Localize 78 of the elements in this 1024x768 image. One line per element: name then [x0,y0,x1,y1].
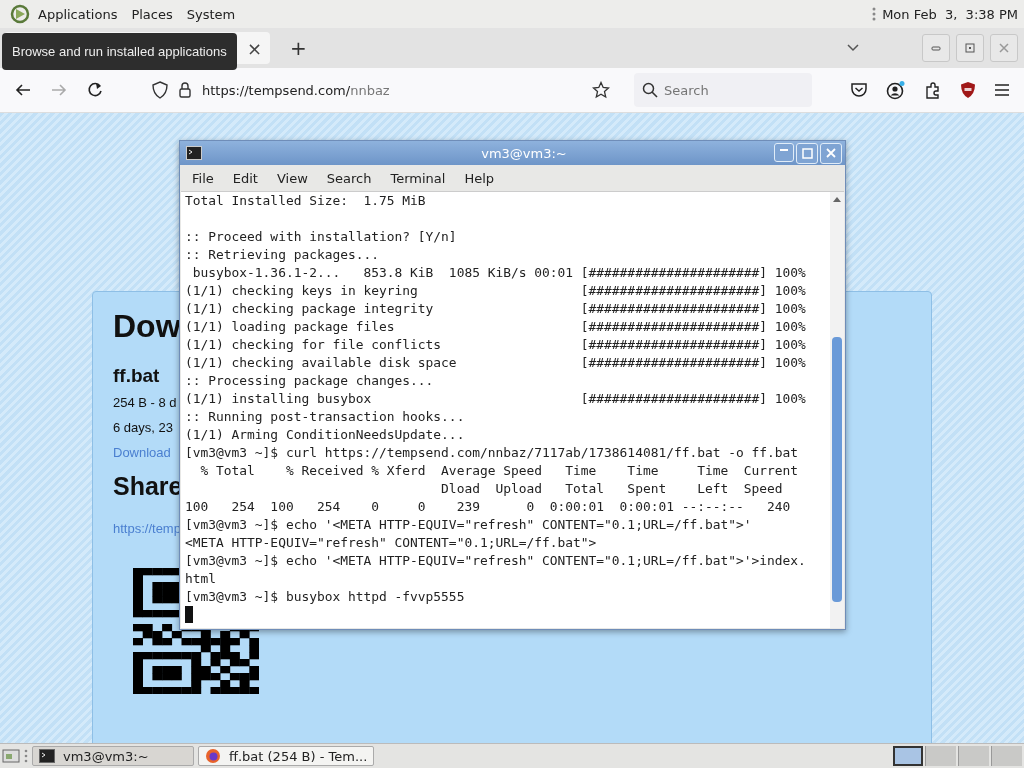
terminal-line: (1/1) loading package files [######################] 100% [185,318,807,336]
close-icon [999,43,1009,53]
clock[interactable]: Mon Feb 3, 3:38 PM [882,6,1018,22]
file-size-text: 254 B - 8 d [113,395,177,410]
terminal-line: <META HTTP-EQUIV="refresh" CONTENT="0.1;URL=/ff.bat"> [185,534,598,552]
terminal-line: [vm3@vm3 ~]$ busybox httpd -fvvp5555 [185,588,466,606]
search-field[interactable]: Search [634,73,812,107]
window-title: vm3@vm3:~ [480,145,568,161]
terminal-line: :: Proceed with installation? [Y/n] [185,228,458,246]
shield-icon [152,81,168,99]
text-cursor [185,606,193,623]
reload-icon[interactable] [86,81,104,99]
menu-icon[interactable] [994,83,1010,97]
terminal-line: :: Retrieving packages... [185,246,381,264]
shield-badge-icon[interactable] [960,81,976,99]
terminal-line: (1/1) checking keys in keyring [######################] 100% [185,282,807,300]
terminal-line: [vm3@vm3 ~]$ echo '<META HTTP-EQUIV="refresh" CONTENT="0.1;URL=/ff.bat">'>index. [185,552,807,570]
minimize-button[interactable] [922,34,950,62]
scrollbar[interactable] [830,192,844,628]
lock-icon [178,81,192,99]
menu-item[interactable]: Search [318,170,380,186]
menu-item[interactable]: File [184,170,222,186]
terminal-line: (1/1) installing busybox [######################] 100% [185,390,807,408]
menu-item[interactable]: Edit [224,170,266,186]
expiry-text: 6 days, 23 [113,420,173,435]
account-icon[interactable] [886,80,906,100]
task-button[interactable]: vm3@vm3:~ [32,746,194,766]
tooltip: Browse and run installed applications [2,33,237,70]
terminal-line: :: Running post-transaction hooks... [185,408,466,426]
menu-item[interactable]: Help [456,170,503,186]
task-button[interactable]: ff.bat (254 B) - Tem... [198,746,375,766]
section-heading: Share [113,472,183,501]
distro-logo-icon[interactable] [10,4,30,24]
scrollbar-thumb[interactable] [832,337,842,602]
extensions-icon[interactable] [924,81,942,99]
tab-list-icon[interactable] [846,43,860,53]
new-tab-button[interactable]: + [290,36,307,60]
terminal-line: 100 254 100 254 0 0 239 0 0:00:01 0:00:01 --:--:-- 240 [185,498,792,516]
terminal-line: (1/1) checking for file conflicts [######################] 100% [185,336,807,354]
browser-icon [205,748,221,764]
terminal-line: Dload Upload Total Spent Left Speed [440,480,784,498]
show-desktop-icon[interactable] [2,748,20,764]
terminal-line: [vm3@vm3 ~]$ echo '<META HTTP-EQUIV="refresh" CONTENT="0.1;URL=/ff.bat">' [185,516,753,534]
scroll-up-icon [833,196,841,202]
terminal-line: (1/1) checking package integrity [######################] 100% [185,300,807,318]
terminal-icon [186,146,202,160]
maximize-icon [965,43,975,53]
terminal-line: html [185,570,218,588]
panel-menu[interactable]: System [186,6,244,22]
address-bar[interactable]: https://tempsend.com/nnbaz [146,73,616,107]
url-text: https://tempsend.com/nnbaz [202,82,390,98]
maximize-button[interactable] [956,34,984,62]
close-tab-button[interactable]: × [246,37,262,59]
terminal-icon [39,749,55,763]
star-icon[interactable] [592,81,610,99]
panel-handle-icon [24,748,28,764]
close-button[interactable] [990,34,1018,62]
maximize-icon [801,147,813,159]
menu-item[interactable]: View [268,170,316,186]
search-icon [642,82,658,98]
minimize-icon [931,45,941,51]
terminal-line: [vm3@vm3 ~]$ curl https://tempsend.com/nnbaz/7117ab/1738614081/ff.bat -o ff.bat [185,444,800,462]
terminal-line: % Total % Received % Xferd Average Speed Time Time Time Current [199,462,800,480]
terminal-line: (1/1) checking available disk space [######################] 100% [185,354,807,372]
panel-menu[interactable]: Places [131,6,181,22]
terminal-line: (1/1) Arming ConditionNeedsUpdate... [185,426,466,444]
pocket-icon[interactable] [850,81,868,99]
terminal-line: Total Installed Size: 1.75 MiB [185,192,427,210]
minimize-icon [779,149,789,151]
page-heading: Dow [113,308,181,345]
panel-menu[interactable]: Applications [38,6,126,22]
file-name: ff.bat [113,365,160,387]
menu-item[interactable]: Terminal [382,170,454,186]
panel-handle-icon [872,6,877,22]
terminal-line: busybox-1.36.1-2... 853.8 KiB 1085 KiB/s 00:01 [######################] 100% [191,264,807,282]
workspace-button[interactable] [893,746,923,766]
close-icon [826,148,836,158]
terminal-line: :: Processing package changes... [185,372,435,390]
